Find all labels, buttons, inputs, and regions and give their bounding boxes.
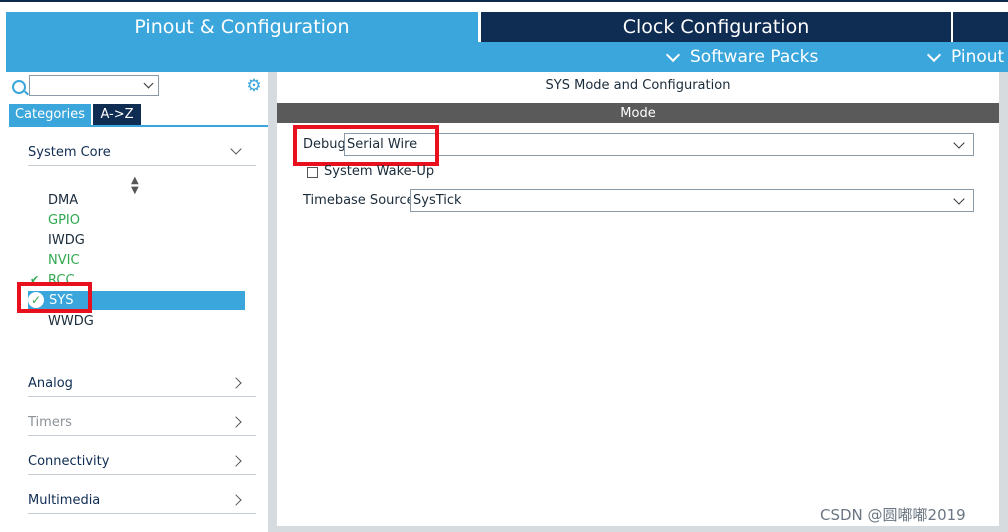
timebase-source-label: Timebase Source xyxy=(303,193,415,208)
sub-toolbar: Software Packs Pinout xyxy=(6,42,1008,72)
chevron-down-icon xyxy=(953,137,965,149)
category-system-core[interactable]: System Core xyxy=(28,141,256,166)
category-label: Analog xyxy=(28,376,73,391)
category-multimedia[interactable]: Multimedia xyxy=(28,489,256,514)
mode-section-header: Mode xyxy=(277,103,999,123)
watermark: CSDN @圆嘟嘟2019 xyxy=(820,506,966,524)
chevron-down-icon xyxy=(953,193,965,205)
periph-rcc[interactable]: RCC xyxy=(48,272,75,282)
system-wakeup-checkbox[interactable] xyxy=(307,167,318,178)
right-scrollbar[interactable] xyxy=(999,72,1008,532)
periph-nvic[interactable]: NVIC xyxy=(48,252,80,270)
periph-wwdg[interactable]: WWDG xyxy=(48,313,94,331)
right-panel-bottom-border xyxy=(277,526,999,532)
tab-overflow[interactable] xyxy=(953,12,1008,42)
chevron-down-icon[interactable] xyxy=(143,78,154,89)
red-highlight-box xyxy=(17,282,92,313)
chevron-down-icon xyxy=(665,47,681,63)
top-strip xyxy=(0,0,1008,12)
tab-a-to-z[interactable]: A->Z xyxy=(93,104,141,125)
chevron-right-icon xyxy=(230,377,242,389)
check-icon: ✔ xyxy=(30,273,40,282)
category-label: Multimedia xyxy=(28,493,101,508)
chevron-right-icon xyxy=(230,455,242,467)
chevron-down-icon xyxy=(230,143,242,155)
panel-divider[interactable] xyxy=(268,72,277,532)
periph-iwdg[interactable]: IWDG xyxy=(48,232,85,250)
timebase-source-select[interactable] xyxy=(410,189,974,212)
tabs-underline xyxy=(9,125,268,127)
search-icon[interactable] xyxy=(12,80,26,94)
gear-icon[interactable]: ⚙ xyxy=(246,78,262,95)
pinout-menu[interactable]: Pinout xyxy=(926,42,1005,72)
category-timers[interactable]: Timers xyxy=(28,411,256,436)
category-label: Timers xyxy=(28,415,72,430)
tab-categories[interactable]: Categories xyxy=(9,104,91,125)
panel-title: SYS Mode and Configuration xyxy=(545,78,731,93)
sort-icon[interactable]: ▲ ▼ xyxy=(131,176,139,196)
tab-pinout-configuration[interactable]: Pinout & Configuration xyxy=(6,12,478,42)
software-packs-label: Software Packs xyxy=(690,47,819,67)
pinout-label: Pinout xyxy=(951,47,1005,67)
red-highlight-box xyxy=(293,125,439,166)
periph-dma[interactable]: DMA xyxy=(48,192,78,210)
category-connectivity[interactable]: Connectivity xyxy=(28,450,256,475)
search-input[interactable] xyxy=(29,75,159,96)
software-packs-menu[interactable]: Software Packs xyxy=(665,42,819,72)
chevron-right-icon xyxy=(230,494,242,506)
timebase-select-value: SysTick xyxy=(413,193,462,208)
tab-clock-configuration[interactable]: Clock Configuration xyxy=(481,12,951,42)
system-wakeup-label: System Wake-Up xyxy=(324,164,435,179)
periph-gpio[interactable]: GPIO xyxy=(48,212,80,230)
category-label: Connectivity xyxy=(28,454,110,469)
chevron-down-icon xyxy=(926,47,942,63)
category-analog[interactable]: Analog xyxy=(28,372,256,397)
category-label: System Core xyxy=(28,145,111,160)
chevron-right-icon xyxy=(230,416,242,428)
